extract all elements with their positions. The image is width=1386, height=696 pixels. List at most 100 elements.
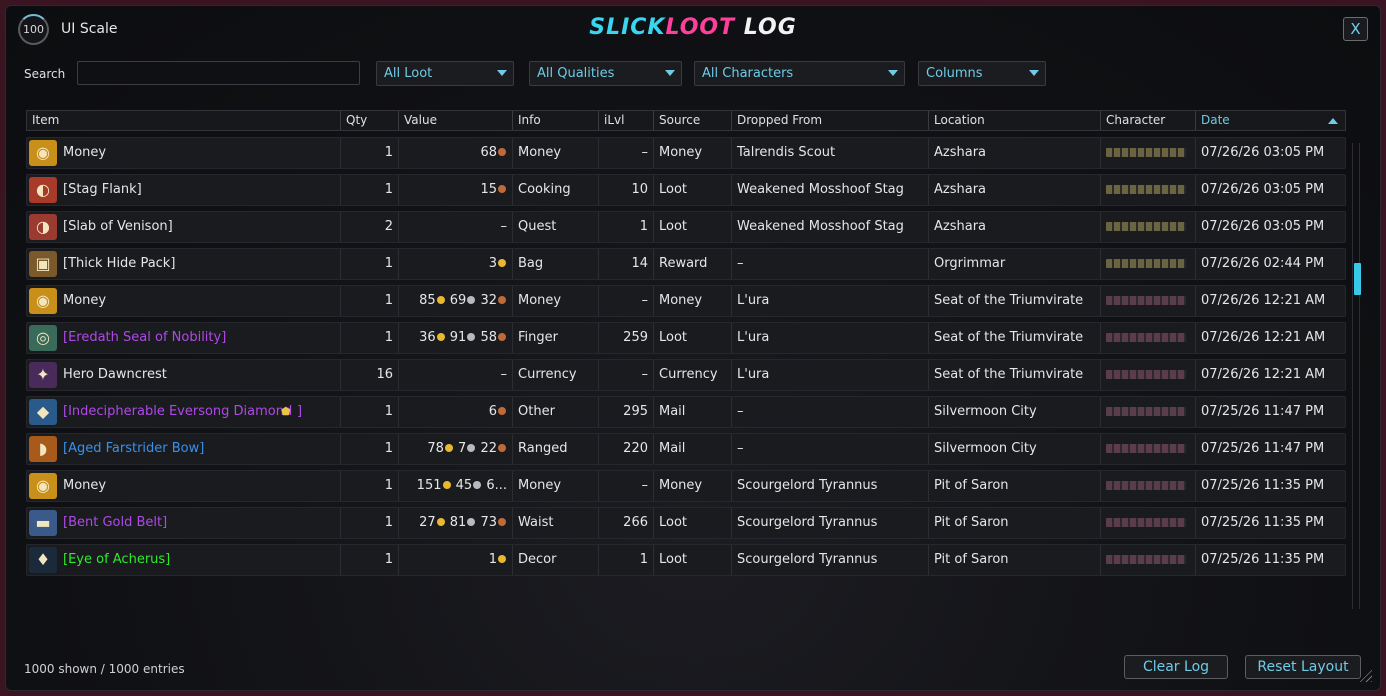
cell-dropped: – [732, 249, 929, 279]
cell-value: 68 [399, 138, 513, 168]
copper-coin-icon [498, 444, 506, 452]
cell-source: Money [654, 286, 732, 316]
columns-label: Columns [926, 66, 983, 81]
silver-coin-icon [467, 518, 476, 526]
cell-ilvl: 220 [599, 434, 654, 464]
cell-dropped: L'ura [732, 286, 929, 316]
item-name[interactable]: [Thick Hide Pack] [63, 249, 175, 279]
table-row[interactable]: ♦ [Eye of Acherus] 1 1 Decor 1 Loot Scourgelord… [26, 544, 1346, 576]
column-header-character[interactable]: Character [1101, 111, 1196, 130]
column-header-date[interactable]: Date [1196, 111, 1346, 130]
column-header-qty[interactable]: Qty [341, 111, 399, 130]
cell-info: Money [513, 286, 599, 316]
cell-character [1101, 323, 1196, 353]
table-row[interactable]: ◉ Money 1 151 45 6... Money – Money Scourgelord… [26, 470, 1346, 502]
cell-info: Waist [513, 508, 599, 538]
cell-source: Money [654, 138, 732, 168]
item-name[interactable]: [Aged Farstrider Bow] [63, 434, 204, 464]
item-name[interactable]: [Stag Flank] [63, 175, 142, 205]
cell-ilvl: 10 [599, 175, 654, 205]
column-header-ilvl[interactable]: iLvl [599, 111, 654, 130]
title-slick: SLICK [589, 15, 666, 40]
table-row[interactable]: ◗ [Aged Farstrider Bow] 1 78 7 22 Ranged 220 M… [26, 433, 1346, 465]
item-name[interactable]: [Bent Gold Belt] [63, 508, 167, 538]
gold-coin-icon [442, 481, 451, 489]
copper-coin-icon [498, 148, 506, 156]
cell-ilvl: – [599, 286, 654, 316]
table-row[interactable]: ▣ [Thick Hide Pack] 1 3 Bag 14 Reward – Orgrimma… [26, 248, 1346, 280]
table-row[interactable]: ◉ Money 1 68 Money – Money Talrendis Scout Azsha… [26, 137, 1346, 169]
cell-dropped: L'ura [732, 360, 929, 390]
column-header-item[interactable]: Item [27, 111, 341, 130]
item-name[interactable]: [Indecipherable Eversong Diamond [63, 397, 292, 427]
reset-layout-button[interactable]: Reset Layout [1245, 655, 1361, 679]
item-name[interactable]: Hero Dawncrest [63, 360, 167, 390]
cell-value: 36 91 58 [399, 323, 513, 353]
table-row[interactable]: ◎ [Eredath Seal of Nobility] 1 36 91 58 Fing… [26, 322, 1346, 354]
venison-icon[interactable]: ◑ [29, 214, 57, 240]
table-row[interactable]: ✦ Hero Dawncrest 16– Currency – Currency L'ura… [26, 359, 1346, 391]
gold-coins-icon[interactable]: ◉ [29, 473, 57, 499]
gold-coins-icon[interactable]: ◉ [29, 288, 57, 314]
cell-character [1101, 434, 1196, 464]
search-input[interactable] [77, 61, 360, 85]
cell-value: 1 [399, 545, 513, 575]
cell-ilvl: 259 [599, 323, 654, 353]
cell-item: ◉ Money [27, 138, 341, 168]
cell-source: Money [654, 471, 732, 501]
column-header-value[interactable]: Value [399, 111, 513, 130]
table-row[interactable]: ▬ [Bent Gold Belt] 1 27 81 73 Waist 266 Loot Sc… [26, 507, 1346, 539]
cell-location: Azshara [929, 138, 1101, 168]
scrollbar-thumb[interactable] [1354, 263, 1361, 295]
character-filter-dropdown[interactable]: All Characters [694, 61, 905, 86]
eye-icon[interactable]: ♦ [29, 547, 57, 573]
character-name-redacted [1106, 518, 1186, 527]
columns-dropdown[interactable]: Columns [918, 61, 1046, 86]
cell-character [1101, 397, 1196, 427]
cell-item: ▣ [Thick Hide Pack] [27, 249, 341, 279]
close-button[interactable]: X [1343, 17, 1368, 41]
value-amount: 15 [480, 182, 497, 197]
item-name[interactable]: Money [63, 286, 106, 316]
cell-qty: 1 [341, 508, 399, 538]
value-amount: 58 [480, 330, 497, 345]
cell-dropped: Weakened Mosshoof Stag [732, 175, 929, 205]
column-header-dropped-from[interactable]: Dropped From [732, 111, 929, 130]
table-row[interactable]: ◆ [Indecipherable Eversong Diamond ⬟] 1 6 Oth… [26, 396, 1346, 428]
column-header-info[interactable]: Info [513, 111, 599, 130]
crest-icon[interactable]: ✦ [29, 362, 57, 388]
cell-date: 07/25/26 11:35 PM [1201, 478, 1325, 493]
chevron-down-icon [497, 70, 507, 76]
item-name[interactable]: [Eye of Acherus] [63, 545, 170, 575]
cell-info: Decor [513, 545, 599, 575]
clear-log-button[interactable]: Clear Log [1124, 655, 1228, 679]
bow-icon[interactable]: ◗ [29, 436, 57, 462]
diamond-icon[interactable]: ◆ [29, 399, 57, 425]
column-header-source[interactable]: Source [654, 111, 732, 130]
cell-character [1101, 175, 1196, 205]
column-header-location[interactable]: Location [929, 111, 1101, 130]
belt-icon[interactable]: ▬ [29, 510, 57, 536]
gold-coin-icon [436, 518, 445, 526]
cell-info: Quest [513, 212, 599, 242]
cell-character [1101, 508, 1196, 538]
table-row[interactable]: ◉ Money 1 85 69 32 Money – Money L'ura Seat of t… [26, 285, 1346, 317]
meat-icon[interactable]: ◐ [29, 177, 57, 203]
quality-filter-dropdown[interactable]: All Qualities [529, 61, 682, 86]
bag-icon[interactable]: ▣ [29, 251, 57, 277]
scrollbar-track[interactable] [1352, 143, 1360, 609]
item-name[interactable]: [Eredath Seal of Nobility] [63, 323, 226, 353]
item-name[interactable]: [Slab of Venison] [63, 212, 173, 242]
character-name-redacted [1106, 148, 1186, 157]
value-amount: 91 [449, 330, 467, 345]
cell-date: 07/26/26 12:21 AM [1201, 330, 1326, 345]
gold-coins-icon[interactable]: ◉ [29, 140, 57, 166]
table-row[interactable]: ◑ [Slab of Venison] 2– Quest 1 Loot Weakened M… [26, 211, 1346, 243]
character-name-redacted [1106, 407, 1186, 416]
cell-source: Loot [654, 175, 732, 205]
loot-filter-dropdown[interactable]: All Loot [376, 61, 514, 86]
ring-icon[interactable]: ◎ [29, 325, 57, 351]
item-name[interactable]: Money [63, 138, 106, 168]
item-name[interactable]: Money [63, 471, 106, 501]
table-row[interactable]: ◐ [Stag Flank] 1 15 Cooking 10 Loot Weakened Mo… [26, 174, 1346, 206]
